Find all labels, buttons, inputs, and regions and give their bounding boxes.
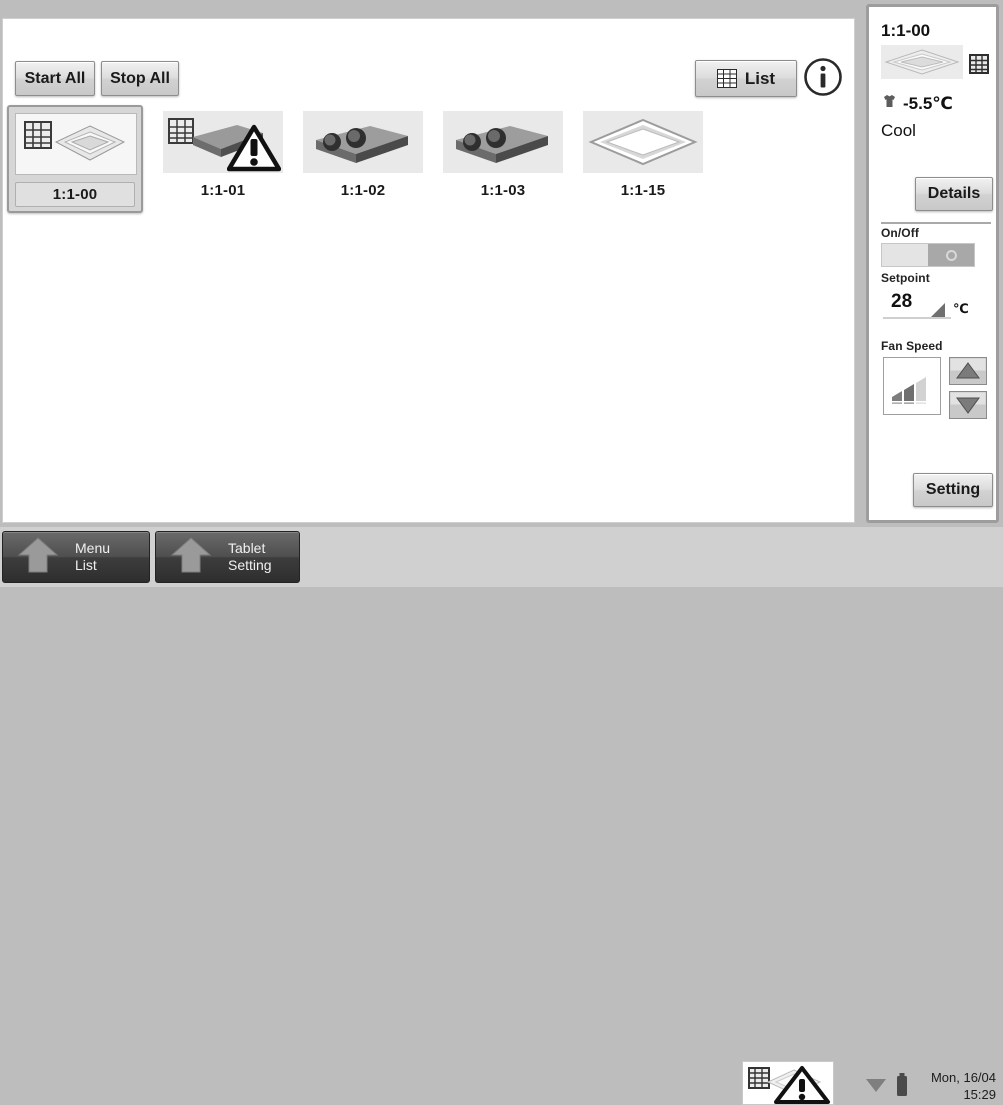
room-temperature-value: -5.5℃ (903, 94, 953, 113)
device-detail-panel: 1:1-00 -5.5℃ Cool Details On/Off Setpoin… (866, 4, 999, 523)
duct-unit-icon (316, 126, 408, 163)
device-tile-label: 1:1-00 (15, 182, 135, 207)
device-tile-label: 1:1-03 (480, 182, 526, 199)
arrow-up-icon (17, 535, 59, 580)
controller-grid-icon (748, 1067, 770, 1089)
tablet-setting-button[interactable]: Tablet Setting (155, 531, 300, 583)
tablet-setting-label: Tablet Setting (228, 540, 272, 574)
device-tile[interactable]: 1:1-01 (163, 111, 283, 213)
onoff-label: On/Off (881, 226, 919, 240)
device-tile-list: 1:1-00 1:1-01 1:1-02 1:1-03 1:1-15 (7, 105, 703, 213)
setpoint-underline (883, 317, 951, 319)
panel-divider (881, 222, 991, 224)
fan-speed-down-button[interactable] (949, 391, 987, 419)
wifi-icon (864, 1077, 888, 1100)
room-temperature-icon (881, 93, 898, 115)
controller-grid-icon (24, 121, 52, 149)
device-tile[interactable]: 1:1-02 (303, 111, 423, 213)
tablet-setting-line2: Setting (228, 557, 272, 573)
menu-list-button[interactable]: Menu List (2, 531, 150, 583)
controller-grid-icon (168, 118, 194, 144)
fan-speed-bars-icon (892, 377, 926, 405)
device-tile[interactable]: 1:1-00 (7, 105, 143, 213)
bottom-status-bar: Menu List Tablet Setting Mon, 16/04 15:2… (0, 527, 1003, 1105)
ceiling-cassette-icon (54, 125, 126, 161)
details-button[interactable]: Details (915, 177, 993, 211)
status-time: 15:29 (963, 1087, 996, 1102)
device-thumbnail (15, 113, 137, 175)
setpoint-stepper[interactable]: 28 ℃ (883, 289, 989, 323)
room-temperature-row: -5.5℃ (881, 93, 953, 115)
ceiling-panel-icon (588, 118, 698, 166)
fan-speed-indicator (883, 357, 941, 415)
detail-device-id: 1:1-00 (881, 21, 931, 40)
tablet-setting-line1: Tablet (228, 540, 266, 556)
fan-speed-up-button[interactable] (949, 357, 987, 385)
device-thumbnail (163, 111, 283, 173)
duct-unit-icon (456, 126, 548, 163)
setpoint-value: 28 (891, 291, 913, 312)
menu-list-line2: List (75, 557, 97, 573)
toggle-track-left (882, 244, 928, 266)
alarm-status-indicator[interactable] (742, 1061, 834, 1105)
fan-speed-label: Fan Speed (881, 339, 943, 353)
info-circle-icon[interactable] (803, 57, 843, 97)
hvac-control-screen: Start All Stop All List 1:1-00 1:1-01 1:… (0, 0, 1003, 1105)
stop-all-button[interactable]: Stop All (101, 61, 179, 96)
onoff-toggle[interactable] (881, 243, 975, 267)
toggle-knob-dot (945, 249, 957, 261)
setpoint-unit: ℃ (953, 301, 969, 316)
device-thumbnail (443, 111, 563, 173)
status-date: Mon, 16/04 (930, 1070, 996, 1085)
ceiling-cassette-icon (884, 49, 960, 75)
device-thumbnail (583, 111, 703, 173)
start-all-button[interactable]: Start All (15, 61, 95, 96)
device-tile-label: 1:1-01 (200, 182, 246, 199)
list-button-label: List (744, 68, 776, 88)
device-tile-label: 1:1-02 (340, 182, 386, 199)
setpoint-label: Setpoint (881, 271, 930, 285)
chevron-down-icon (931, 303, 945, 317)
menu-list-line1: Menu (75, 540, 111, 556)
table-grid-icon (716, 69, 737, 88)
device-thumbnail (303, 111, 423, 173)
detail-device-thumbnail (881, 45, 963, 79)
device-tile[interactable]: 1:1-15 (583, 111, 703, 213)
controller-grid-icon (969, 54, 989, 79)
list-view-button[interactable]: List (695, 60, 797, 97)
status-clock: Mon, 16/04 15:29 (900, 1069, 996, 1103)
setting-button[interactable]: Setting (913, 473, 993, 507)
device-tile-label: 1:1-15 (620, 182, 666, 199)
warning-triangle-icon (227, 124, 281, 172)
device-tile[interactable]: 1:1-03 (443, 111, 563, 213)
arrow-up-icon (170, 535, 212, 580)
toggle-knob (928, 244, 974, 266)
device-list-panel: Start All Stop All List 1:1-00 1:1-01 1:… (2, 18, 855, 523)
operation-mode-value: Cool (881, 121, 916, 140)
menu-list-label: Menu List (75, 540, 110, 574)
